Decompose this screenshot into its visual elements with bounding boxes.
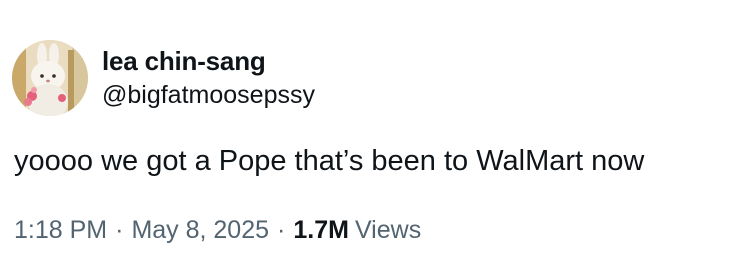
tweet-text: yoooo we got a Pope that’s been to WalMa…: [14, 145, 645, 177]
meta-separator: ·: [115, 216, 124, 244]
author-display-name[interactable]: lea chin-sang: [102, 45, 315, 77]
views-label: Views: [354, 216, 422, 244]
author-handle[interactable]: @bigfatmoosepssy: [102, 79, 315, 111]
tweet-card: lea chin-sang @bigfatmoosepssy yoooo we …: [0, 0, 746, 268]
tweet-meta: 1:18 PM · May 8, 2025 · 1.7M Views: [14, 214, 421, 246]
tweet-time[interactable]: 1:18 PM: [14, 214, 107, 246]
views-count: 1.7M: [293, 216, 349, 244]
tweet-header: lea chin-sang @bigfatmoosepssy: [12, 40, 315, 116]
author-names: lea chin-sang @bigfatmoosepssy: [102, 45, 315, 111]
tweet-date[interactable]: May 8, 2025: [131, 214, 269, 246]
plush-bunny-avatar-icon: [12, 40, 88, 116]
meta-separator: ·: [277, 216, 286, 244]
avatar[interactable]: [12, 40, 88, 116]
